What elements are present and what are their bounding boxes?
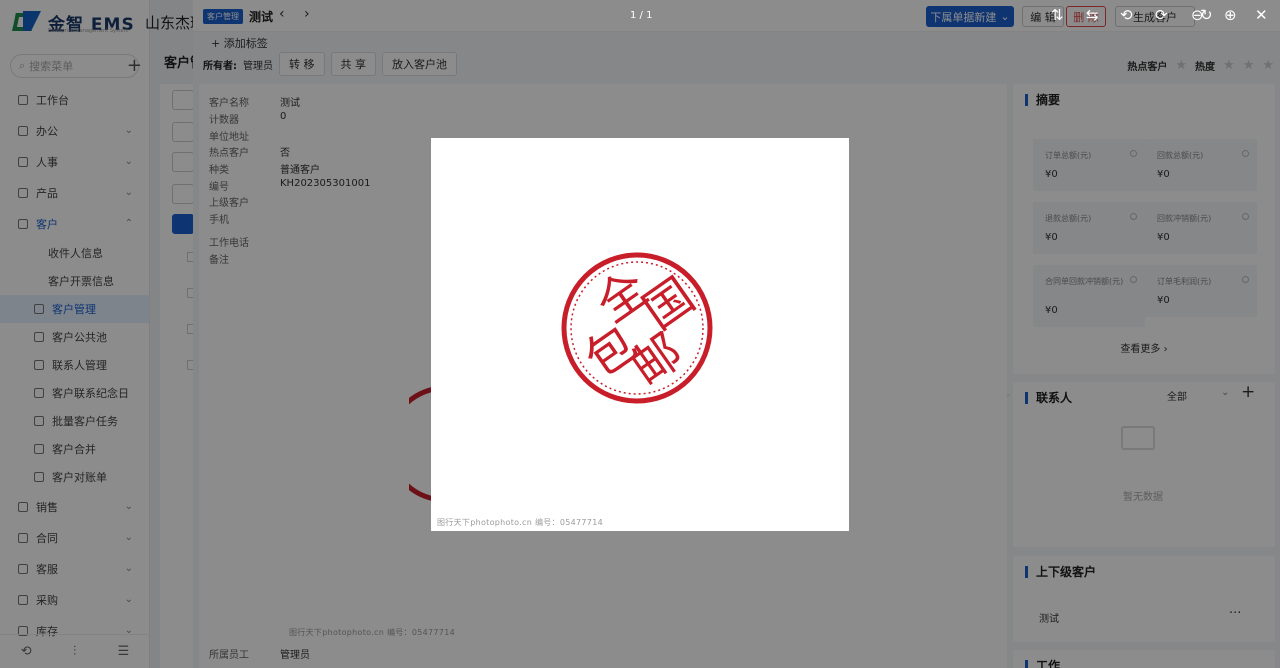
flip-horizontal-icon[interactable]: ⇆: [1086, 6, 1099, 24]
reset-icon[interactable]: ↻: [1200, 6, 1213, 24]
chevron-right-icon[interactable]: ›: [1006, 390, 1010, 401]
flip-vertical-icon[interactable]: ⇅: [1051, 6, 1064, 24]
image-pager: 1 / 1: [630, 10, 653, 21]
stamp-image: 全 国 包 邮: [561, 252, 713, 404]
image-watermark: 图行天下photophoto.cn 编号：05477714: [437, 518, 603, 527]
zoom-in-icon[interactable]: ⊕: [1224, 6, 1237, 24]
rotate-right-icon[interactable]: ⟳: [1155, 6, 1168, 24]
image-viewer-toolbar: 1 / 1 ⇅ ⇆ ⟲ ⟳ ⊖ ↻ ⊕ ✕: [0, 0, 1280, 32]
rotate-left-icon[interactable]: ⟲: [1120, 6, 1133, 24]
stamp-char: 国: [633, 267, 704, 340]
previewed-image[interactable]: 全 国 包 邮 图行天下photophoto.cn 编号：05477714: [431, 138, 849, 531]
close-icon[interactable]: ✕: [1255, 6, 1268, 24]
